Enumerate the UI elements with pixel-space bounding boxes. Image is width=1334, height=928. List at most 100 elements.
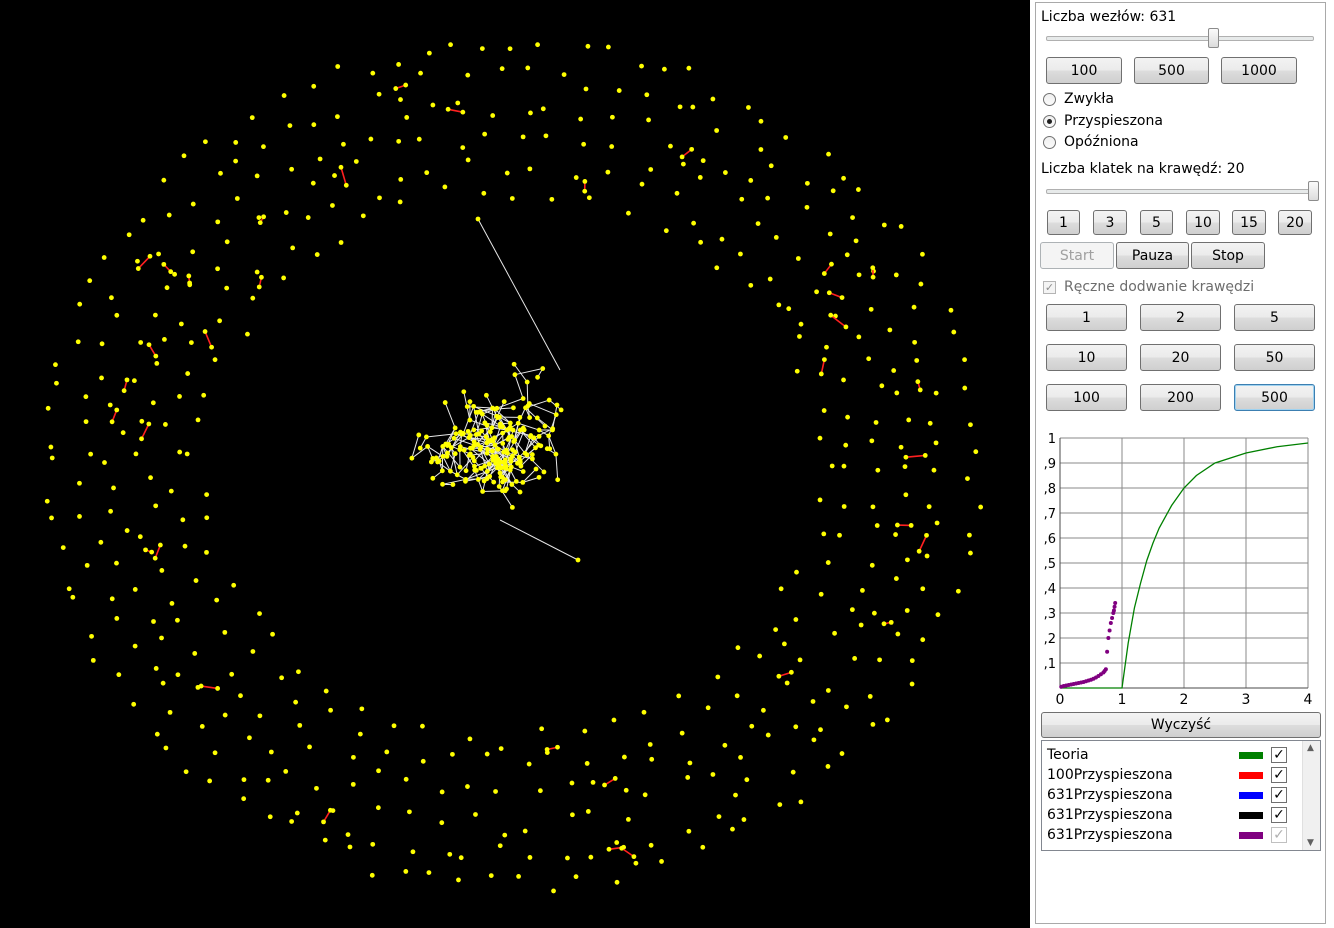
graph-node — [416, 136, 422, 142]
graph-node — [761, 707, 766, 713]
graph-node — [691, 220, 697, 226]
nodes-slider-thumb[interactable] — [1208, 28, 1219, 48]
pause-button[interactable]: Pauza — [1116, 242, 1189, 269]
graph-node — [898, 224, 904, 229]
frames-slider-thumb[interactable] — [1308, 181, 1319, 201]
legend-checkbox[interactable]: ✓ — [1271, 807, 1287, 823]
graph-node — [370, 70, 376, 76]
add-edges-100-button[interactable]: 100 — [1046, 384, 1127, 411]
graph-node — [714, 128, 720, 133]
graph-node — [261, 144, 266, 150]
graph-node — [465, 72, 471, 78]
graph-node — [797, 657, 803, 663]
start-button[interactable]: Start — [1040, 242, 1114, 269]
frames-1-button[interactable]: 1 — [1047, 210, 1080, 235]
graph-node — [920, 637, 926, 643]
graph-node — [146, 342, 152, 348]
add-edges-50-button[interactable]: 50 — [1234, 344, 1315, 371]
graph-node — [894, 390, 900, 396]
nodes-100-button[interactable]: 100 — [1046, 57, 1122, 84]
graph-node — [458, 855, 464, 861]
series-point — [1107, 628, 1112, 633]
graph-node-connected — [489, 425, 495, 431]
frames-5-button[interactable]: 5 — [1140, 210, 1173, 235]
graph-node — [582, 728, 588, 734]
graph-node-connected — [503, 465, 509, 471]
graph-node — [338, 164, 344, 170]
nodes-500-button[interactable]: 500 — [1134, 57, 1209, 84]
add-edges-200-button[interactable]: 200 — [1140, 384, 1221, 411]
mode-radio-zwykla[interactable]: Zwykła — [1043, 91, 1114, 107]
graph-node — [450, 751, 455, 757]
graph-node — [109, 596, 115, 602]
graph-node — [138, 340, 144, 345]
graph-node-connected — [510, 405, 516, 411]
graph-node — [114, 616, 120, 621]
graph-node — [193, 578, 199, 583]
add-edges-5-button[interactable]: 5 — [1234, 304, 1315, 331]
graph-node-connected — [513, 478, 519, 484]
clear-chart-button[interactable]: Wyczyść — [1041, 712, 1321, 738]
graph-node — [322, 837, 328, 843]
graph-node-connected — [507, 424, 513, 430]
graph-node — [830, 188, 836, 194]
frames-10-button[interactable]: 10 — [1186, 210, 1220, 235]
add-edges-2-button[interactable]: 2 — [1140, 304, 1221, 331]
graph-node — [689, 146, 695, 152]
graph-node — [204, 492, 210, 498]
frames-20-button[interactable]: 20 — [1278, 210, 1312, 235]
graph-node-connected — [502, 457, 508, 463]
scroll-down-arrow-icon[interactable]: ▼ — [1307, 838, 1314, 848]
graph-edge-white — [477, 218, 561, 371]
graph-node-connected — [553, 451, 559, 457]
graph-node — [161, 177, 167, 183]
legend-checkbox[interactable]: ✓ — [1271, 827, 1287, 843]
add-edges-20-button[interactable]: 20 — [1140, 344, 1221, 371]
graph-node-connected — [558, 407, 564, 413]
legend-checkbox[interactable]: ✓ — [1271, 787, 1287, 803]
graph-node — [679, 730, 685, 736]
legend-scrollbar[interactable]: ▲ ▼ — [1302, 741, 1320, 850]
graph-node-connected — [496, 484, 502, 489]
nodes-1000-button[interactable]: 1000 — [1221, 57, 1297, 84]
graph-node-connected — [464, 404, 470, 410]
graph-node — [965, 476, 970, 482]
graph-node-connected — [511, 439, 517, 444]
manual-edges-checkbox[interactable]: ✓ Ręczne dodwanie krawędzi — [1043, 279, 1254, 295]
add-edges-10-button[interactable]: 10 — [1046, 344, 1127, 371]
graph-node — [131, 701, 137, 707]
frames-slider[interactable] — [1046, 181, 1319, 201]
nodes-slider[interactable] — [1046, 28, 1314, 48]
graph-node — [767, 276, 773, 282]
graph-node — [159, 568, 165, 573]
graph-node — [528, 110, 533, 116]
frames-3-button[interactable]: 3 — [1093, 210, 1127, 235]
graph-node — [420, 758, 426, 764]
graph-node — [180, 517, 186, 523]
graph-node — [290, 245, 296, 251]
graph-node — [748, 178, 754, 183]
y-tick-label: ,3 — [1044, 607, 1056, 622]
graph-node — [467, 736, 473, 742]
frames-15-button[interactable]: 15 — [1232, 210, 1266, 235]
graph-node — [839, 295, 845, 300]
scroll-up-arrow-icon[interactable]: ▲ — [1307, 743, 1314, 753]
stop-button[interactable]: Stop — [1191, 242, 1265, 269]
legend-checkbox[interactable]: ✓ — [1271, 767, 1287, 783]
graph-node — [137, 534, 143, 540]
graph-node — [359, 706, 365, 712]
graph-node — [631, 854, 637, 860]
add-edges-1-button[interactable]: 1 — [1046, 304, 1127, 331]
graph-node — [294, 810, 300, 816]
graph-node — [757, 653, 763, 659]
graph-node — [148, 475, 153, 481]
graph-canvas[interactable] — [0, 0, 1030, 928]
mode-radio-opozniona[interactable]: Opóźniona — [1043, 134, 1139, 150]
graph-node — [224, 285, 230, 291]
add-edges-500-button[interactable]: 500 — [1234, 384, 1315, 411]
graph-node — [350, 781, 356, 787]
graph-node — [256, 284, 262, 290]
graph-node — [75, 339, 81, 345]
mode-radio-przyspieszona[interactable]: Przyspieszona — [1043, 113, 1163, 129]
legend-checkbox[interactable]: ✓ — [1271, 747, 1287, 763]
